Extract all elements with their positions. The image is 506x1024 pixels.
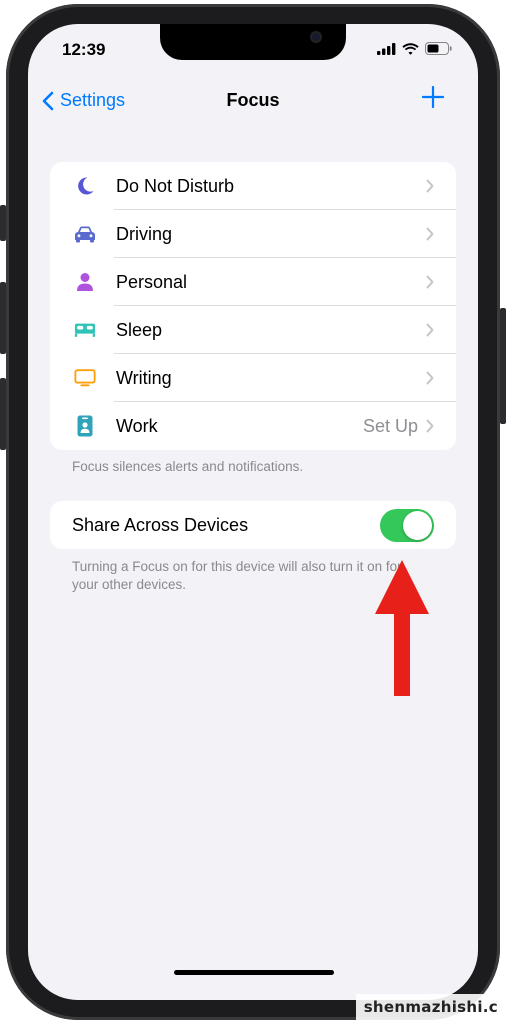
page-title: Focus (226, 90, 280, 110)
notch (160, 24, 346, 60)
focus-item-personal[interactable]: Personal (50, 258, 456, 306)
power-button (500, 308, 506, 424)
share-across-devices-toggle[interactable] (380, 509, 434, 542)
chevron-right-icon (426, 323, 434, 337)
focus-item-label: Writing (116, 367, 172, 388)
share-group: Share Across Devices (50, 501, 456, 549)
chevron-right-icon (426, 275, 434, 289)
watermark: shenmazhishi.c (355, 994, 506, 1020)
camera (310, 31, 322, 43)
focus-footnote: Focus silences alerts and notifications. (72, 459, 304, 474)
toggle-knob (403, 511, 432, 540)
bed-icon (74, 319, 96, 341)
focus-item-label: Driving (116, 223, 173, 244)
focus-item-sleep[interactable]: Sleep (50, 306, 456, 354)
badge-icon (74, 415, 96, 437)
share-across-devices-row: Share Across Devices (50, 501, 456, 549)
chevron-right-icon (426, 419, 434, 433)
plus-icon (421, 85, 445, 109)
home-indicator[interactable] (174, 970, 334, 975)
person-icon (74, 271, 96, 293)
focus-item-writing[interactable]: Writing (50, 354, 456, 402)
screen: 12:39 Settings Focus Do Not Disturb Driv… (28, 24, 478, 1000)
volume-up-button (0, 282, 6, 354)
focus-item-label: Sleep (116, 319, 163, 340)
focus-item-label: Work (116, 415, 158, 436)
focus-item-label: Personal (116, 271, 188, 292)
status-time: 12:39 (62, 40, 106, 59)
focus-item-work[interactable]: Work Set Up (50, 402, 456, 450)
chevron-right-icon (426, 227, 434, 241)
add-focus-button[interactable] (421, 84, 445, 114)
mute-switch (0, 205, 6, 241)
monitor-icon (74, 367, 96, 389)
focus-item-driving[interactable]: Driving (50, 210, 456, 258)
status-icons (377, 42, 452, 55)
volume-down-button (0, 378, 6, 450)
car-icon (74, 223, 96, 245)
cellular-signal-icon (377, 42, 396, 55)
red-arrow-annotation (375, 560, 429, 696)
chevron-right-icon (426, 371, 434, 385)
moon-icon (74, 175, 96, 197)
battery-icon (425, 42, 452, 55)
wifi-icon (402, 42, 419, 55)
chevron-right-icon (426, 179, 434, 193)
focus-item-detail: Set Up (362, 415, 418, 436)
focus-item-label: Do Not Disturb (116, 175, 235, 196)
focus-list: Do Not Disturb Driving Personal Sleep Wr… (50, 162, 456, 450)
focus-item-do-not-disturb[interactable]: Do Not Disturb (50, 162, 456, 210)
